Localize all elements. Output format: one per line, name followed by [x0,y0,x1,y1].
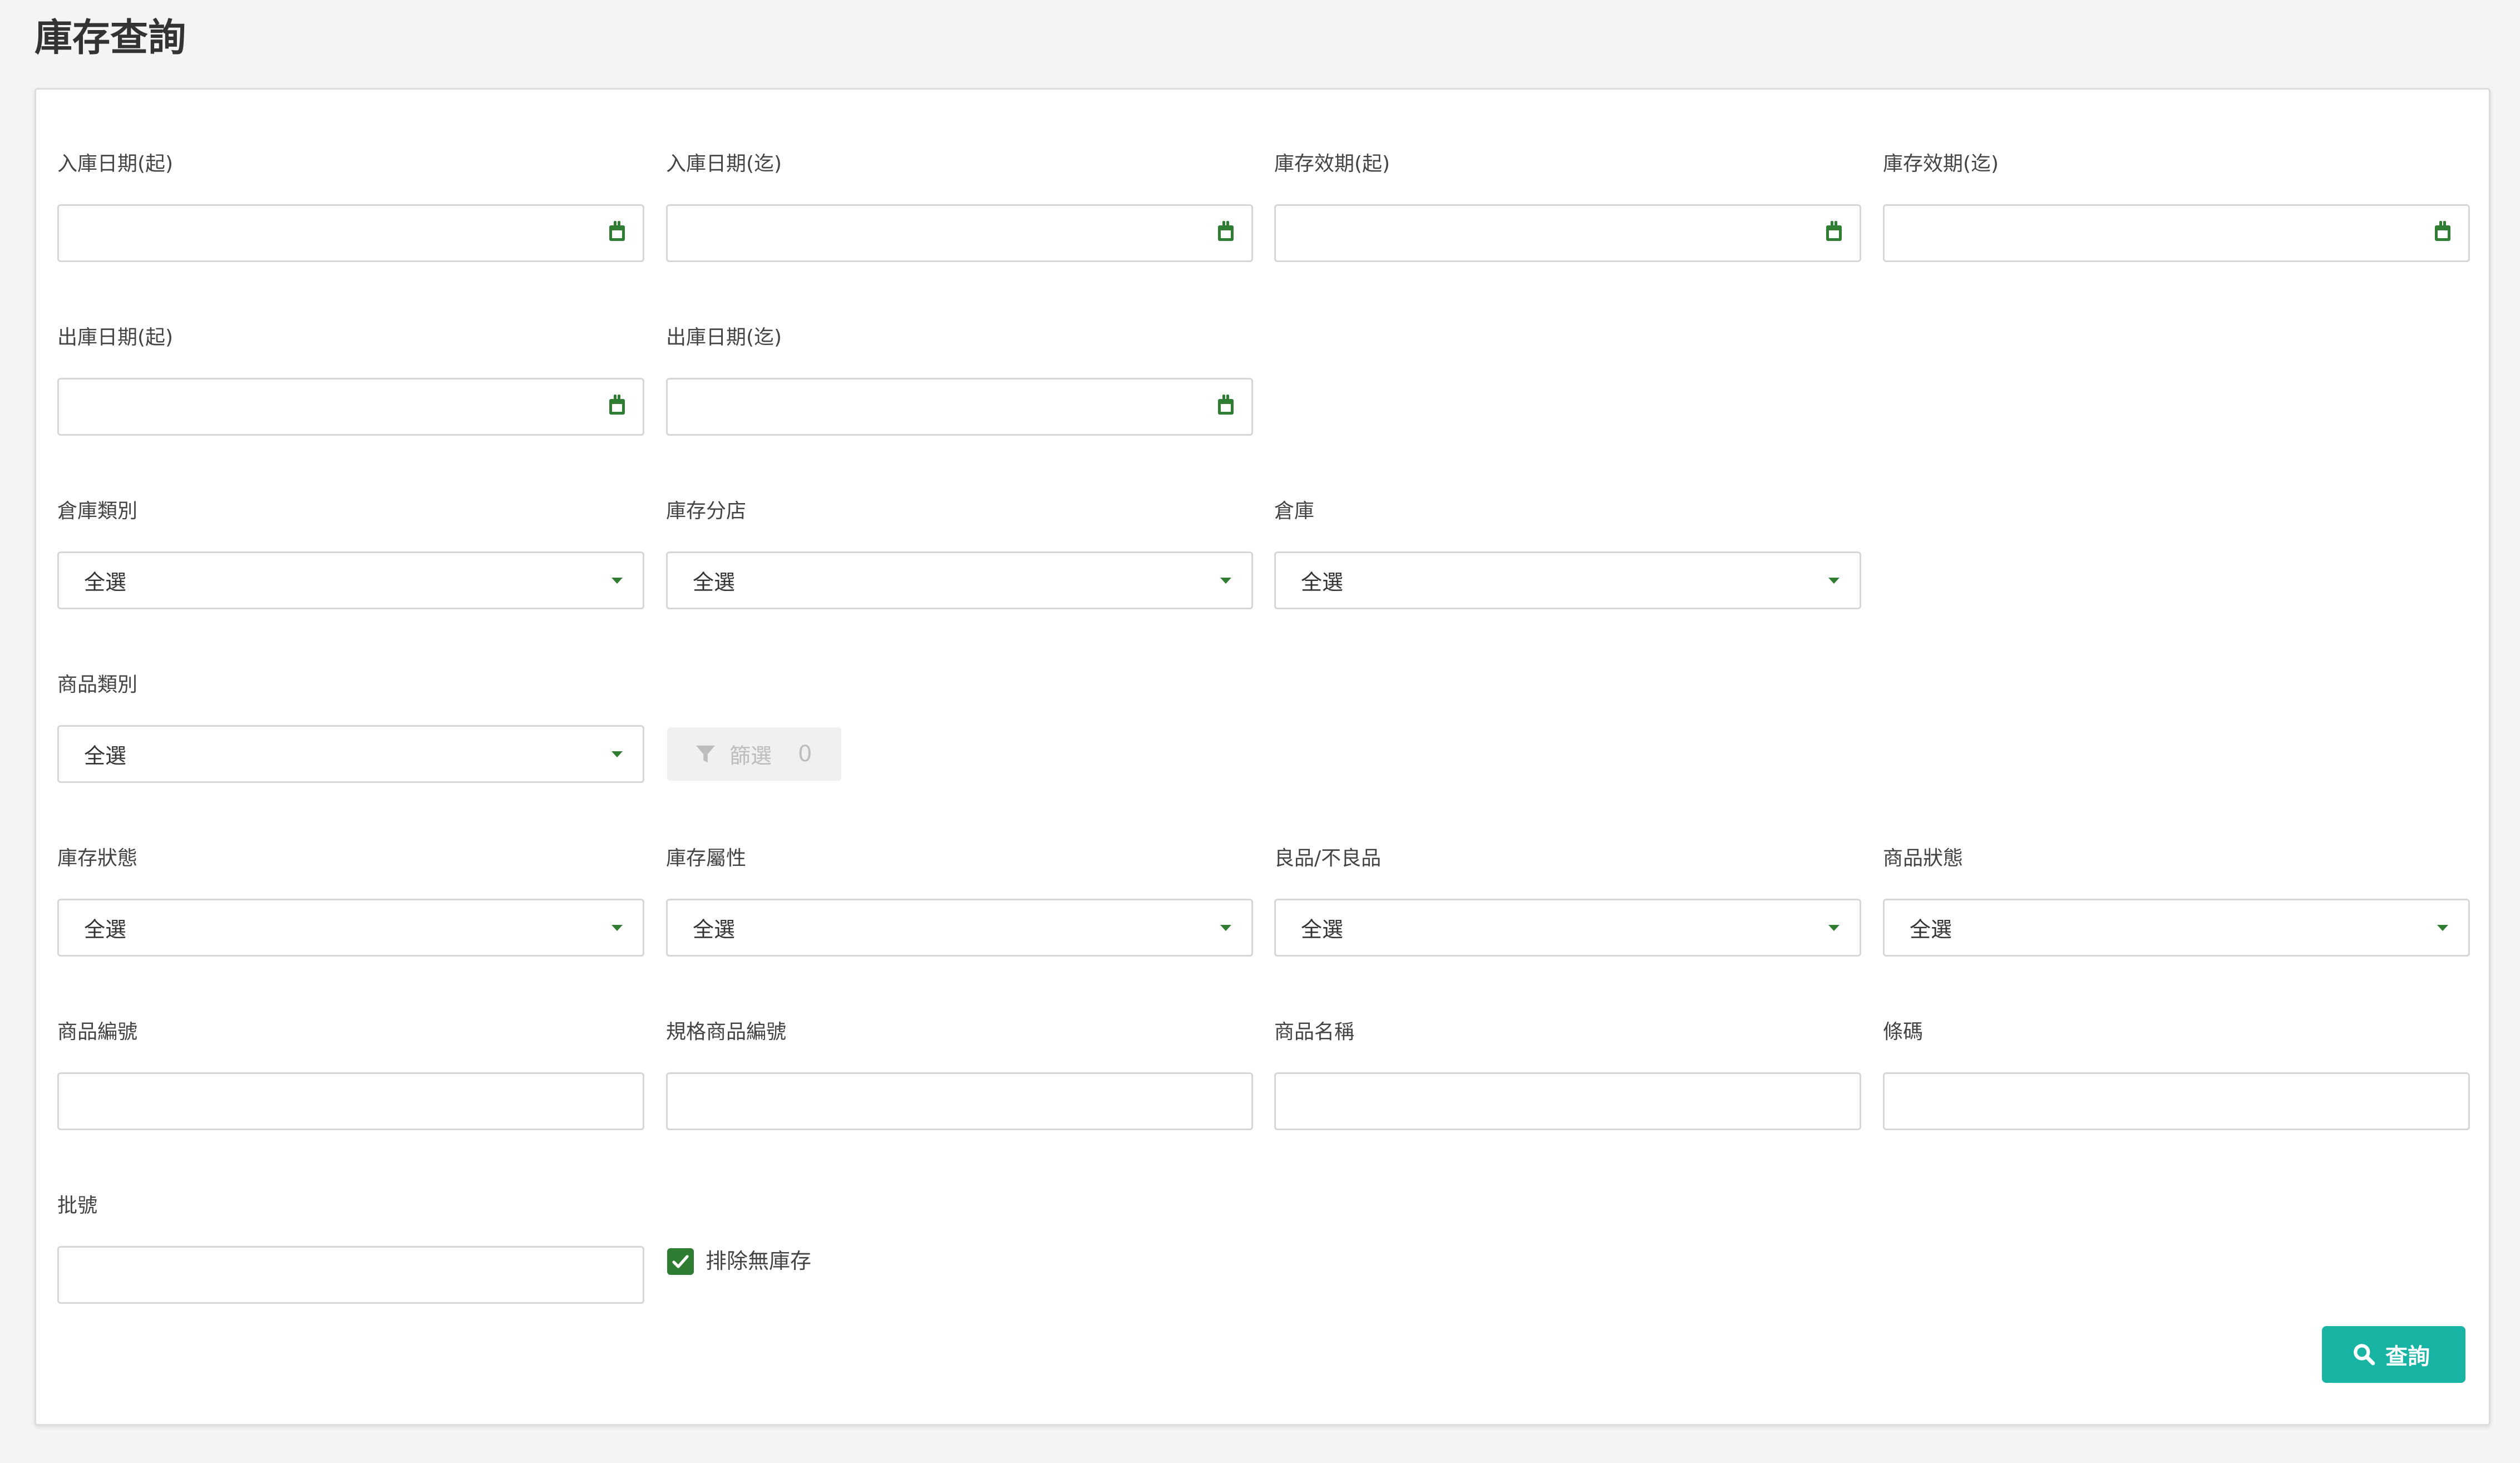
chevron-down-icon[interactable] [1828,578,1840,584]
good-defective-value: 全選 [1301,917,1344,942]
stock-attribute-select[interactable]: 全選 [666,899,1253,957]
stock-attribute-label: 庫存屬性 [666,847,747,870]
warehouse-type-select[interactable]: 全選 [57,551,644,609]
chevron-down-icon[interactable] [611,578,623,584]
good-defective-label: 良品/不良品 [1274,847,1382,870]
inbound-date-end-input[interactable] [666,204,1253,262]
calendar-icon[interactable] [2435,221,2450,241]
filter-count: 0 [798,741,812,767]
product-code-label: 商品編號 [57,1021,138,1043]
inbound-date-end-label: 入庫日期(迄) [666,152,782,175]
product-category-select[interactable]: 全選 [57,725,644,783]
search-button-label: 查詢 [2385,1344,2430,1370]
filter-button[interactable]: 篩選 0 [667,727,841,781]
product-status-value: 全選 [1910,917,1952,942]
spec-product-code-label: 規格商品編號 [666,1021,787,1043]
check-icon [672,1255,689,1268]
product-code-input[interactable] [57,1072,644,1130]
inbound-date-start-input[interactable] [57,204,644,262]
warehouse-type-value: 全選 [84,570,127,595]
stock-status-value: 全選 [84,917,127,942]
product-name-input[interactable] [1274,1072,1861,1130]
chevron-down-icon[interactable] [1220,578,1231,584]
barcode-label: 條碼 [1883,1021,1924,1043]
product-status-label: 商品狀態 [1883,847,1964,870]
batch-no-label: 批號 [57,1194,98,1217]
expiry-date-start-input[interactable] [1274,204,1861,262]
warehouse-select[interactable]: 全選 [1274,551,1861,609]
product-category-value: 全選 [84,743,127,769]
stock-attribute-value: 全選 [693,917,736,942]
expiry-date-end-input[interactable] [1883,204,2470,262]
search-form-panel: 入庫日期(起) 入庫日期(迄) 庫存效期(起) 庫存效期(迄) 出庫日期(起) … [34,88,2491,1426]
filter-label: 篩選 [729,743,772,769]
exclude-no-stock-label: 排除無庫存 [706,1249,812,1273]
chevron-down-icon[interactable] [2437,925,2448,931]
stock-branch-select[interactable]: 全選 [666,551,1253,609]
expiry-date-start-label: 庫存效期(起) [1274,152,1390,175]
spec-product-code-input[interactable] [666,1072,1253,1130]
stock-branch-label: 庫存分店 [666,500,747,523]
product-name-label: 商品名稱 [1274,1021,1355,1043]
chevron-down-icon[interactable] [1220,925,1231,931]
chevron-down-icon[interactable] [611,925,623,931]
page-title: 庫存查詢 [34,16,186,60]
filter-icon [696,745,716,763]
stock-status-label: 庫存狀態 [57,847,138,870]
product-status-select[interactable]: 全選 [1883,899,2470,957]
stock-branch-value: 全選 [693,570,736,595]
calendar-icon[interactable] [609,221,625,241]
expiry-date-end-label: 庫存效期(迄) [1883,152,1999,175]
warehouse-type-label: 倉庫類別 [57,500,138,523]
batch-no-input[interactable] [57,1246,644,1304]
barcode-input[interactable] [1883,1072,2470,1130]
exclude-no-stock-checkbox[interactable] [667,1248,694,1275]
search-icon [2354,1344,2375,1366]
stock-status-select[interactable]: 全選 [57,899,644,957]
outbound-date-end-input[interactable] [666,378,1253,436]
warehouse-label: 倉庫 [1274,500,1315,523]
warehouse-value: 全選 [1301,570,1344,595]
calendar-icon[interactable] [1218,395,1234,415]
outbound-date-start-input[interactable] [57,378,644,436]
search-button[interactable]: 查詢 [2322,1326,2465,1383]
chevron-down-icon[interactable] [1828,925,1840,931]
good-defective-select[interactable]: 全選 [1274,899,1861,957]
calendar-icon[interactable] [1218,221,1234,241]
chevron-down-icon[interactable] [611,751,623,757]
product-category-label: 商品類別 [57,673,138,696]
outbound-date-end-label: 出庫日期(迄) [666,326,782,349]
calendar-icon[interactable] [1826,221,1842,241]
outbound-date-start-label: 出庫日期(起) [57,326,174,349]
inbound-date-start-label: 入庫日期(起) [57,152,174,175]
calendar-icon[interactable] [609,395,625,415]
